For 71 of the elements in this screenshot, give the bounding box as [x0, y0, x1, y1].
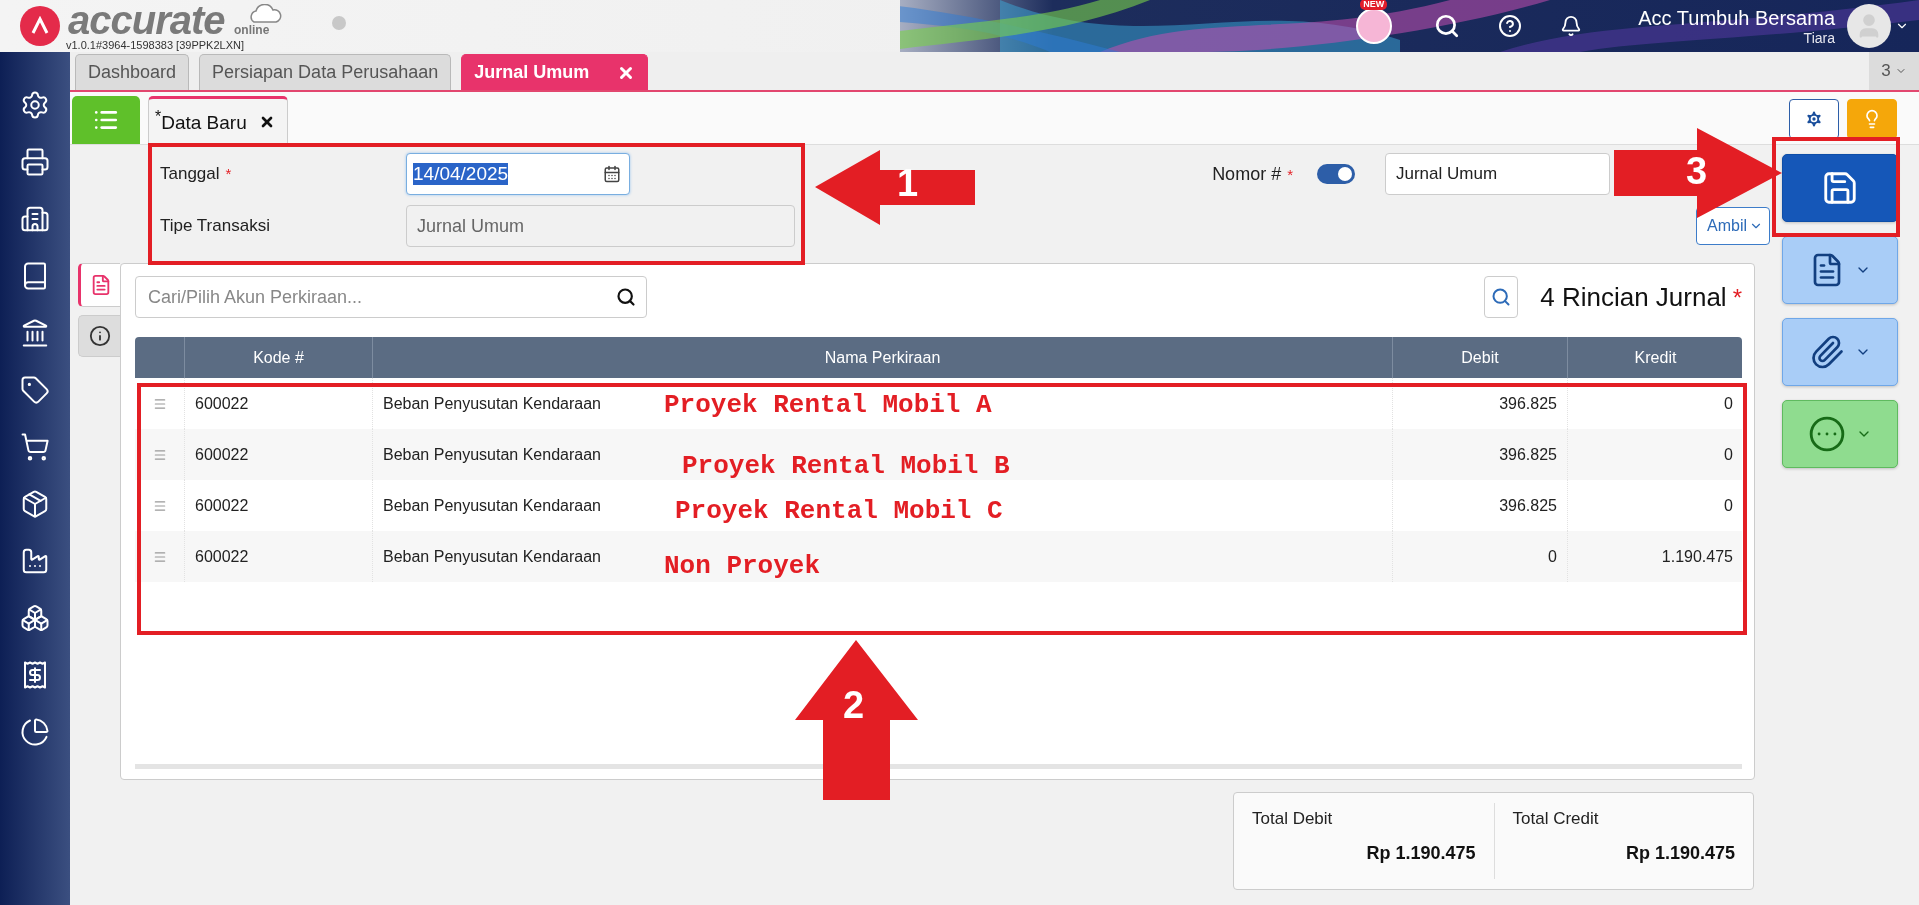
cloud-icon: [248, 4, 282, 24]
tab[interactable]: Dashboard: [75, 54, 190, 90]
field-label: Tanggal *: [160, 164, 233, 184]
total-value: Rp 1.190.475: [1625, 843, 1735, 864]
search-icon[interactable]: [616, 287, 636, 307]
paperclip-icon: [1809, 334, 1845, 370]
settings-icon: [1804, 109, 1824, 129]
number-field[interactable]: Jurnal Umum: [1385, 153, 1610, 195]
search-button[interactable]: [1484, 276, 1519, 318]
drag-handle-icon[interactable]: [152, 396, 167, 411]
status-dot: [332, 16, 346, 30]
company-name: Acc Tumbuh Bersama: [1638, 5, 1835, 30]
drag-handle-icon[interactable]: [152, 447, 167, 462]
tag-icon[interactable]: [20, 375, 50, 405]
settings-icon[interactable]: [20, 90, 50, 120]
annotation-note: Proyek Rental Mobil B: [682, 451, 1010, 481]
settings-button[interactable]: [1789, 99, 1839, 139]
drag-handle-icon[interactable]: [152, 549, 167, 564]
tab[interactable]: Persiapan Data Perusahaan: [199, 54, 452, 90]
table-cell: 600022: [184, 531, 372, 582]
version-text: v1.0.1#3964-1598383 [39PPK2LXN]: [66, 39, 244, 51]
annotation-note: Proyek Rental Mobil C: [675, 496, 1003, 526]
search-icon: [1491, 287, 1512, 307]
document-tab[interactable]: $^{*}$Data Baru: [148, 96, 288, 144]
bell-icon[interactable]: [1560, 15, 1583, 37]
info-icon: [88, 325, 111, 347]
transaction-type-field[interactable]: Jurnal Umum: [406, 205, 795, 247]
user-name: Tiara: [1803, 29, 1835, 47]
document-tab[interactable]: [78, 263, 120, 307]
drag-handle-icon[interactable]: [152, 498, 167, 513]
lightbulb-button[interactable]: [1847, 99, 1897, 139]
logo-icon: [20, 6, 60, 46]
annotation-note: Non Proyek: [664, 551, 821, 581]
field-label: Tipe Transaksi: [160, 216, 271, 236]
document-button[interactable]: [1782, 236, 1898, 304]
logo-subtext: online: [234, 23, 270, 37]
info-tab[interactable]: [78, 315, 120, 357]
total-value: Rp 1.190.475: [1366, 843, 1476, 864]
tab-count-button[interactable]: 3: [1869, 52, 1919, 90]
boxes-icon[interactable]: [20, 603, 50, 633]
field-label: Nomor # *: [1212, 163, 1293, 185]
total-label: Total Credit: [1512, 809, 1600, 829]
date-field[interactable]: 14/04/2025: [406, 153, 630, 195]
printer-icon[interactable]: [20, 147, 50, 177]
tab[interactable]: Jurnal Umum: [461, 54, 649, 90]
ellipsis-icon: [1808, 415, 1846, 453]
section-title: 4 Rincian Jurnal *: [1540, 281, 1742, 313]
fetch-button[interactable]: Ambil: [1696, 207, 1770, 245]
more-button[interactable]: [1782, 400, 1898, 468]
building-icon[interactable]: [20, 204, 50, 234]
search-icon[interactable]: [1434, 13, 1461, 39]
search-field[interactable]: Cari/Pilih Akun Perkiraan...: [135, 276, 647, 318]
callout-number: 1: [897, 162, 919, 205]
table-cell: 1.190.475: [1567, 531, 1743, 582]
attachment-button[interactable]: [1782, 318, 1898, 386]
table-cell: 0: [1392, 531, 1567, 582]
bank-icon[interactable]: [20, 318, 50, 348]
cart-icon[interactable]: [20, 432, 50, 462]
package-icon[interactable]: [20, 489, 50, 519]
calendar-icon[interactable]: [603, 165, 621, 183]
factory-icon[interactable]: [20, 546, 50, 576]
new-badge: NEW: [1360, 0, 1388, 10]
callout-number: 3: [1686, 150, 1708, 193]
total-label: Total Debit: [1252, 809, 1334, 829]
save-button[interactable]: [1782, 154, 1898, 222]
pie-chart-icon[interactable]: [20, 717, 50, 747]
callout-number: 2: [843, 684, 865, 727]
annotation-note: Proyek Rental Mobil A: [664, 390, 992, 420]
search-input[interactable]: Cari/Pilih Akun Perkiraan...: [146, 285, 616, 309]
help-icon[interactable]: [1498, 14, 1523, 38]
toggle-switch[interactable]: [1317, 164, 1355, 184]
